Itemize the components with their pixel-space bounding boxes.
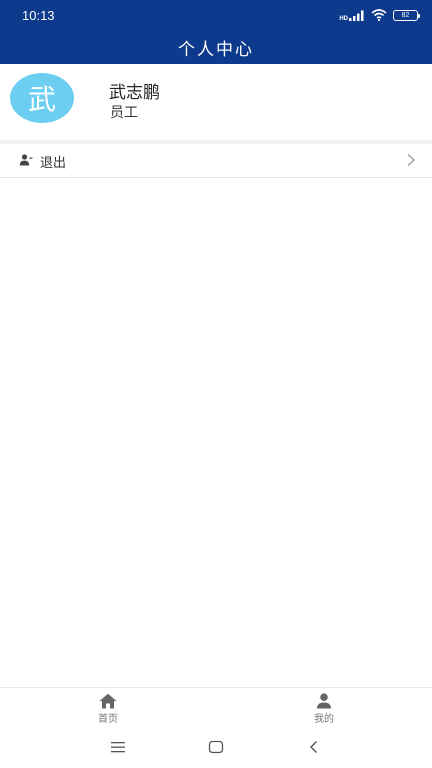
profile-role: 员工 — [110, 105, 138, 121]
avatar: 武 — [10, 73, 74, 123]
logout-label: 退出 — [40, 156, 67, 171]
tab-mine[interactable]: 我的 — [284, 688, 364, 732]
system-navigation-bar — [0, 731, 432, 768]
status-icons: HD 82 — [339, 9, 420, 22]
signal-icon — [349, 10, 364, 21]
profile-name: 武志鹏 — [109, 83, 160, 103]
tab-home-label: 首页 — [98, 714, 118, 725]
hd-label: HD — [339, 15, 348, 22]
chevron-right-icon — [407, 154, 415, 166]
tab-home[interactable]: 首页 — [68, 688, 148, 732]
back-icon[interactable] — [306, 739, 322, 755]
user-exit-icon — [19, 154, 33, 166]
battery-icon: 82 — [393, 9, 420, 21]
wifi-icon — [371, 9, 387, 21]
home-icon — [99, 693, 117, 709]
status-time: 10:13 — [22, 7, 55, 23]
tab-mine-label: 我的 — [314, 714, 334, 725]
home-square-icon[interactable] — [208, 739, 224, 755]
person-icon — [317, 693, 331, 709]
profile-card: 武 武志鹏 员工 — [0, 64, 432, 140]
logout-row[interactable]: 退出 — [0, 144, 432, 178]
tab-bar: 首页 我的 — [0, 687, 432, 731]
page-title: 个人中心 — [178, 39, 254, 60]
status-bar: 10:13 HD 82 — [0, 0, 432, 30]
menu-icon[interactable] — [110, 739, 126, 755]
header: 个人中心 — [0, 30, 432, 64]
